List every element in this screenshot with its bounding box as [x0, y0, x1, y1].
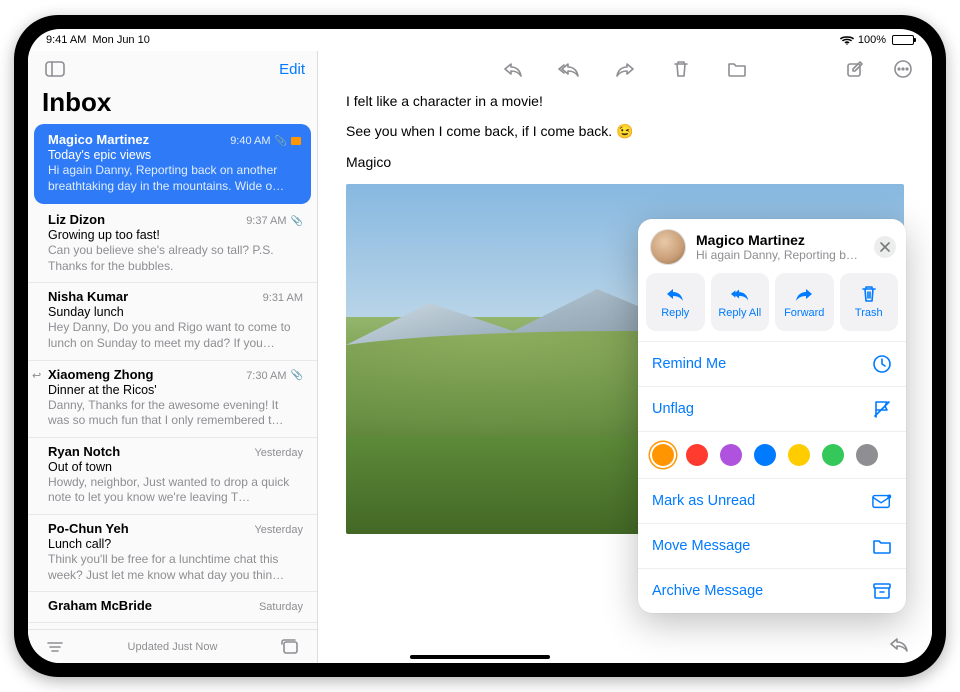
- body-line: See you when I come back, if I come back…: [346, 123, 904, 140]
- message-item[interactable]: Po-Chun Yeh YesterdayLunch call?Think you…: [28, 515, 317, 592]
- content-toolbar: [318, 51, 932, 87]
- attachment-icon: 📎: [291, 216, 303, 227]
- flag-color-swatch[interactable]: [720, 444, 742, 466]
- trash-icon[interactable]: [666, 56, 696, 82]
- wifi-icon: [840, 35, 854, 45]
- replied-icon: ↩: [32, 369, 41, 382]
- message-preview: Hey Danny, Do you and Rigo want to come …: [48, 320, 303, 351]
- message-preview: Hi again Danny, Reporting back on anothe…: [48, 163, 301, 194]
- compose-stack-icon[interactable]: [275, 634, 305, 660]
- reply-all-button[interactable]: Reply All: [711, 273, 770, 331]
- message-time: Saturday: [259, 601, 303, 613]
- message-sender: Po-Chun Yeh: [48, 521, 129, 536]
- move-message-item[interactable]: Move Message: [638, 523, 906, 568]
- flag-color-swatch[interactable]: [856, 444, 878, 466]
- message-time: 9:37 AM: [246, 215, 286, 227]
- message-time: 9:40 AM: [230, 135, 270, 147]
- message-item[interactable]: Graham McBride Saturday: [28, 592, 317, 623]
- reply-all-icon[interactable]: [554, 56, 584, 82]
- message-sender: Liz Dizon: [48, 212, 105, 227]
- popover-sender: Magico Martinez: [696, 232, 864, 248]
- message-actions-popover: Magico Martinez Hi again Danny, Reportin…: [638, 219, 906, 613]
- avatar: [650, 229, 686, 265]
- flag-colors-row: [638, 431, 906, 478]
- updated-status: Updated Just Now: [70, 641, 275, 653]
- edit-button[interactable]: Edit: [279, 61, 305, 78]
- flag-color-swatch[interactable]: [822, 444, 844, 466]
- message-item[interactable]: Magico Martinez 9:40 AM 📎Today's epic view…: [34, 124, 311, 204]
- reply-button[interactable]: Reply: [646, 273, 705, 331]
- remind-me-item[interactable]: Remind Me: [638, 342, 906, 386]
- message-item[interactable]: Liz Dizon 9:37 AM 📎Growing up too fast!Can…: [28, 206, 317, 283]
- message-preview: Danny, Thanks for the awesome evening! I…: [48, 398, 303, 429]
- archive-message-item[interactable]: Archive Message: [638, 568, 906, 613]
- message-preview: Think you'll be free for a lunchtime cha…: [48, 552, 303, 583]
- body-line: I felt like a character in a movie!: [346, 93, 904, 109]
- message-preview: Can you believe she's already so tall? P…: [48, 243, 303, 274]
- reply-footer-icon[interactable]: [884, 631, 914, 657]
- trash-button[interactable]: Trash: [840, 273, 899, 331]
- reply-all-label: Reply All: [718, 307, 761, 319]
- flag-color-swatch[interactable]: [686, 444, 708, 466]
- close-icon[interactable]: [874, 236, 896, 258]
- inbox-title: Inbox: [28, 87, 317, 124]
- compose-icon[interactable]: [840, 56, 870, 82]
- unflag-item[interactable]: Unflag: [638, 386, 906, 431]
- message-time: 7:30 AM: [246, 370, 286, 382]
- popover-preview: Hi again Danny, Reporting back o…: [696, 248, 864, 262]
- flag-color-swatch[interactable]: [788, 444, 810, 466]
- message-item[interactable]: Nisha Kumar 9:31 AMSunday lunchHey Danny,…: [28, 283, 317, 360]
- flag-color-swatch[interactable]: [754, 444, 776, 466]
- reply-icon[interactable]: [498, 56, 528, 82]
- message-subject: Sunday lunch: [48, 305, 303, 319]
- attachment-icon: 📎: [275, 136, 287, 147]
- message-subject: Dinner at the Ricos': [48, 383, 303, 397]
- sidebar: Edit Inbox Magico Martinez9:40 AM📎Today'…: [28, 51, 318, 663]
- message-subject: Out of town: [48, 460, 303, 474]
- body-signoff: Magico: [346, 154, 904, 170]
- home-indicator[interactable]: [410, 655, 550, 659]
- message-sender: Xiaomeng Zhong: [48, 367, 153, 382]
- reply-label: Reply: [661, 307, 689, 319]
- status-bar: 9:41 AM Mon Jun 10 100%: [28, 29, 932, 51]
- message-sender: Magico Martinez: [48, 132, 149, 147]
- forward-label: Forward: [784, 307, 824, 319]
- sidebar-toggle-icon[interactable]: [40, 56, 70, 82]
- forward-icon[interactable]: [610, 56, 640, 82]
- status-date: Mon Jun 10: [92, 34, 149, 46]
- flag-color-swatch[interactable]: [652, 444, 674, 466]
- mark-unread-item[interactable]: Mark as Unread: [638, 478, 906, 523]
- message-subject: Lunch call?: [48, 537, 303, 551]
- message-list: Magico Martinez9:40 AM📎Today's epic view…: [28, 124, 317, 629]
- battery-icon: [892, 35, 914, 45]
- flag-icon: [291, 137, 301, 145]
- more-icon[interactable]: [888, 56, 918, 82]
- status-time: 9:41 AM: [46, 34, 86, 46]
- attachment-icon: 📎: [291, 370, 303, 381]
- message-time: Yesterday: [254, 447, 303, 459]
- message-time: Yesterday: [254, 524, 303, 536]
- message-sender: Nisha Kumar: [48, 289, 128, 304]
- message-preview: Howdy, neighbor, Just wanted to drop a q…: [48, 475, 303, 506]
- message-time: 9:31 AM: [263, 292, 303, 304]
- message-subject: Growing up too fast!: [48, 228, 303, 242]
- forward-button[interactable]: Forward: [775, 273, 834, 331]
- trash-label: Trash: [855, 307, 883, 319]
- message-sender: Ryan Notch: [48, 444, 120, 459]
- status-battery-pct: 100%: [858, 34, 886, 46]
- move-folder-icon[interactable]: [722, 56, 752, 82]
- message-item[interactable]: Ryan Notch YesterdayOut of townHowdy, nei…: [28, 438, 317, 515]
- message-subject: Today's epic views: [48, 148, 301, 162]
- message-item[interactable]: ↩ Xiaomeng Zhong 7:30 AM 📎 Dinner at the Ric…: [28, 361, 317, 438]
- filter-icon[interactable]: [40, 634, 70, 660]
- message-sender: Graham McBride: [48, 598, 152, 613]
